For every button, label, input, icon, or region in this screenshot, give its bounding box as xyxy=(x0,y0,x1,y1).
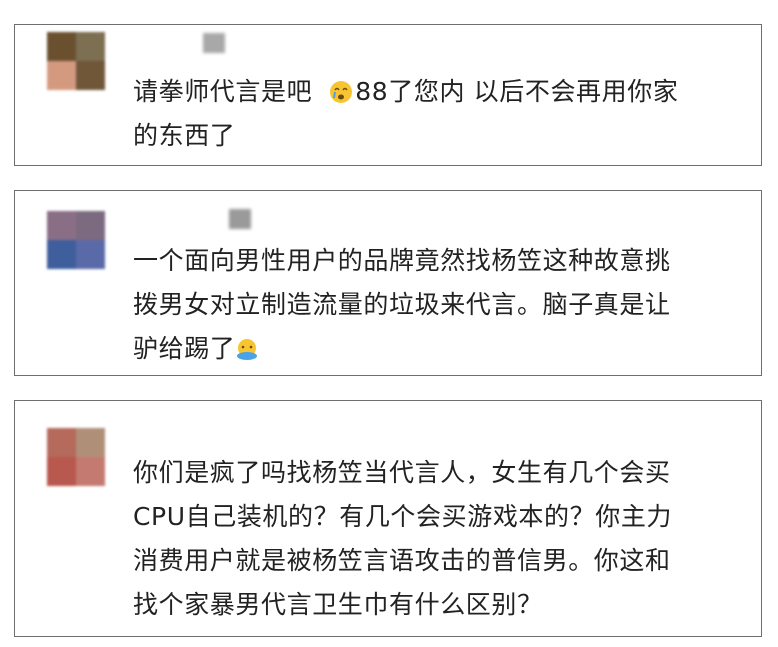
comment-text: 你们是疯了吗找杨笠当代言人，女生有几个会买 CPU自己装机的？有几个会买游戏本的… xyxy=(133,451,743,627)
covering-face-icon xyxy=(237,339,258,360)
comment-line: CPU自己装机的？有几个会买游戏本的？你主力 xyxy=(133,502,673,531)
comment-line: 拨男女对立制造流量的垃圾来代言。脑子真是让 xyxy=(133,290,671,319)
comment-card: 一个面向男性用户的品牌竟然找杨笠这种故意挑 拨男女对立制造流量的垃圾来代言。脑子… xyxy=(14,190,762,376)
comment-line: 请拳师代言是吧 88了您内 以后不会再用你家 xyxy=(133,77,679,106)
comment-line: 消费用户就是被杨笠言语攻击的普信男。你这和 xyxy=(133,546,671,575)
avatar[interactable] xyxy=(47,211,105,269)
comment-text: 请拳师代言是吧 88了您内 以后不会再用你家 的东西了 xyxy=(133,70,743,158)
username-redacted[interactable] xyxy=(133,33,273,53)
comment-card: 请拳师代言是吧 88了您内 以后不会再用你家 的东西了 xyxy=(14,24,762,166)
username-redacted[interactable] xyxy=(133,209,273,229)
crying-face-icon xyxy=(330,81,353,103)
comment-line: 的东西了 xyxy=(133,121,236,150)
comment-line: 驴给踢了 xyxy=(133,327,743,371)
comment-text: 一个面向男性用户的品牌竟然找杨笠这种故意挑 拨男女对立制造流量的垃圾来代言。脑子… xyxy=(133,239,743,371)
comment-line: 你们是疯了吗找杨笠当代言人，女生有几个会买 xyxy=(133,458,671,487)
comment-line: 找个家暴男代言卫生巾有什么区别？ xyxy=(133,590,543,619)
avatar[interactable] xyxy=(47,428,105,486)
avatar[interactable] xyxy=(47,32,105,90)
comment-card: 你们是疯了吗找杨笠当代言人，女生有几个会买 CPU自己装机的？有几个会买游戏本的… xyxy=(14,400,762,637)
comment-line: 一个面向男性用户的品牌竟然找杨笠这种故意挑 xyxy=(133,246,671,275)
